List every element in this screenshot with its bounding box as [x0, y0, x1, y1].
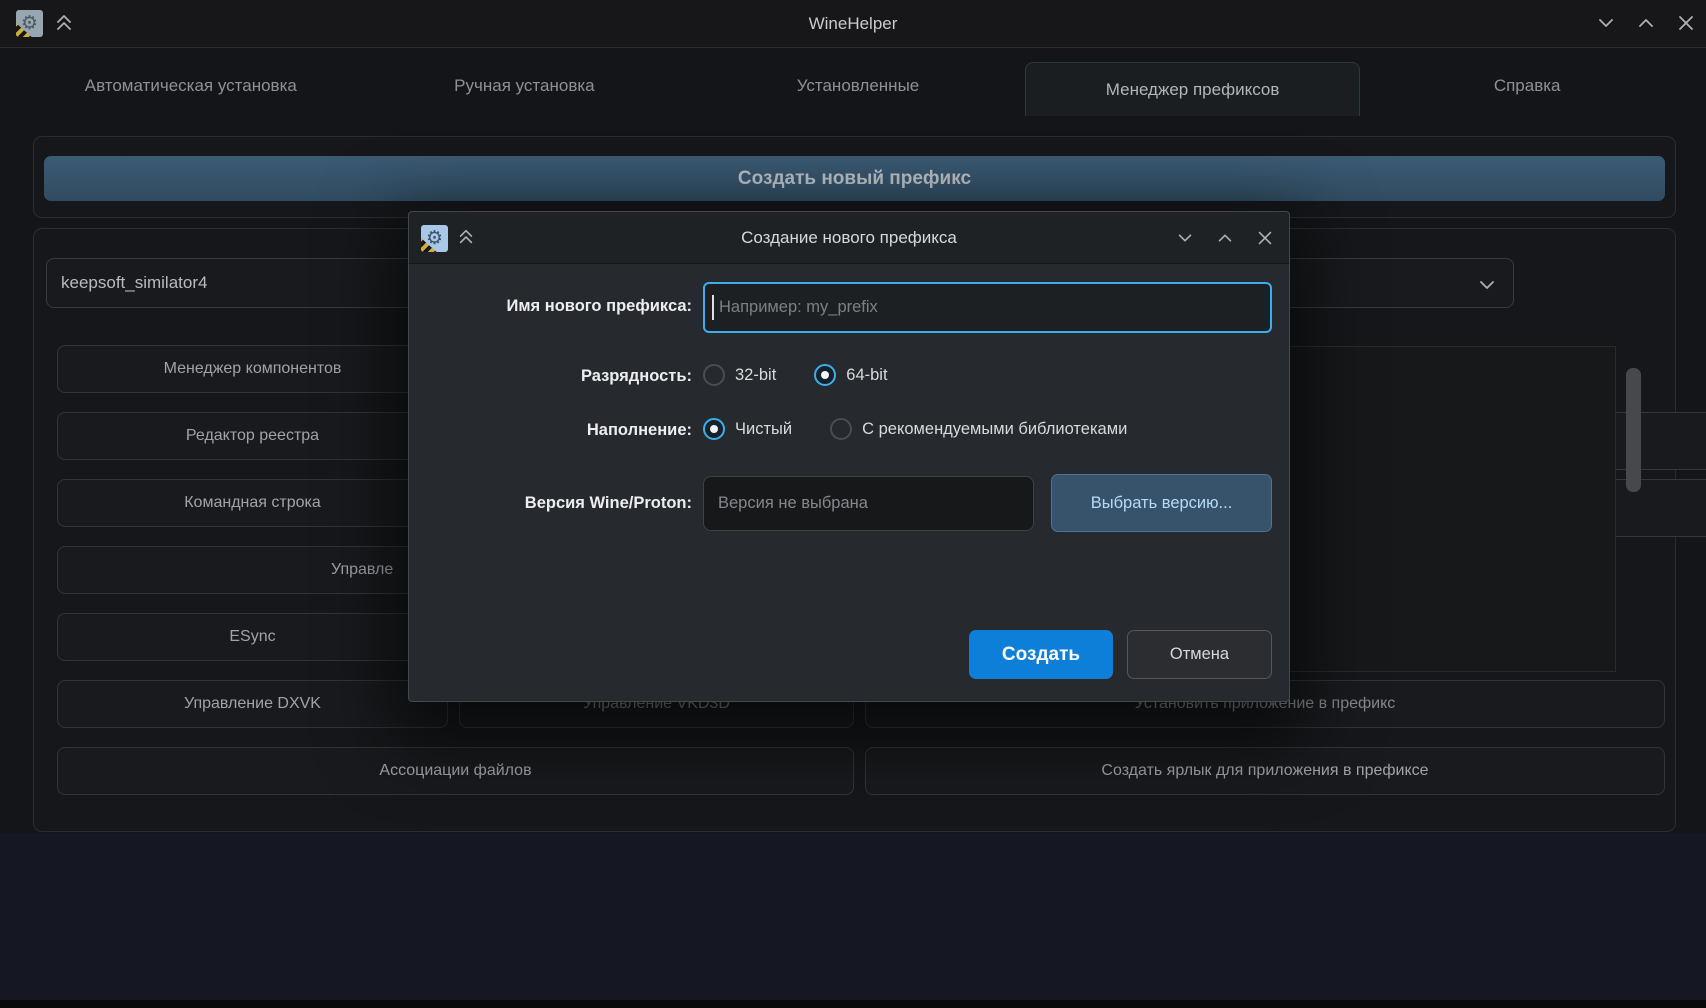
create-prefix-dialog: Создание нового префикса ⚙ Имя нового пр… — [408, 211, 1290, 702]
rollup-icon[interactable] — [54, 12, 74, 39]
command-line-button[interactable]: Командная строка — [57, 479, 448, 527]
dialog-app-icon: ⚙ — [421, 225, 448, 252]
prefix-name-field-wrap — [703, 282, 1272, 333]
prefix-combo-value: keepsoft_similator4 — [61, 273, 207, 293]
file-associations-button[interactable]: Ассоциации файлов — [57, 747, 854, 795]
app-icon: ⚙ — [16, 10, 43, 37]
tab-installed[interactable]: Установленные — [691, 62, 1025, 110]
create-shortcut-button[interactable]: Создать ярлык для приложения в префиксе — [865, 747, 1665, 795]
create-new-prefix-button[interactable]: Создать новый префикс — [44, 156, 1665, 201]
dxvk-manage-button[interactable]: Управление DXVK — [57, 680, 448, 728]
maximize-button[interactable] — [1635, 12, 1657, 39]
dialog-title-bar[interactable]: Создание нового префикса ⚙ — [409, 212, 1289, 264]
chevron-down-icon — [1477, 275, 1497, 300]
tab-auto-install[interactable]: Автоматическая установка — [24, 62, 358, 110]
radio-32bit-label[interactable]: 32-bit — [735, 366, 776, 385]
text-caret — [712, 295, 714, 320]
bottom-empty-area — [0, 833, 1706, 1008]
fill-label: Наполнение: — [429, 421, 692, 440]
radio-recommended-label[interactable]: С рекомендуемыми библиотеками — [862, 420, 1127, 439]
delete-prefix-button[interactable] — [1606, 479, 1706, 537]
radio-clean-label[interactable]: Чистый — [735, 420, 792, 439]
components-manager-button[interactable]: Менеджер компонентов — [57, 345, 448, 393]
prefix-name-input[interactable] — [703, 282, 1272, 333]
dialog-close-button[interactable] — [1255, 228, 1275, 253]
dialog-rollup-icon[interactable] — [457, 227, 475, 252]
radio-recommended-icon[interactable] — [830, 418, 852, 440]
esync-button[interactable]: ESync — [57, 613, 448, 661]
dialog-minimize-button[interactable] — [1175, 228, 1195, 253]
arch-radio-row: 32-bit 64-bit — [703, 364, 888, 386]
radio-64bit-icon[interactable] — [814, 364, 836, 386]
choose-version-button[interactable]: Выбрать версию... — [1051, 474, 1272, 532]
close-button[interactable] — [1675, 12, 1697, 39]
radio-64bit-label[interactable]: 64-bit — [846, 366, 887, 385]
window-title: WineHelper — [0, 0, 1706, 48]
radio-32bit-icon[interactable] — [703, 364, 725, 386]
radio-clean-icon[interactable] — [703, 418, 725, 440]
winehelper-window: WineHelper ⚙ Автоматическая установка Ру… — [0, 0, 1706, 1008]
arch-label: Разрядность: — [429, 367, 692, 386]
title-bar[interactable]: WineHelper ⚙ — [0, 0, 1706, 48]
tab-manual-install[interactable]: Ручная установка — [358, 62, 692, 110]
fill-radio-row: Чистый С рекомендуемыми библиотеками — [703, 418, 1127, 440]
tab-prefix-manager[interactable]: Менеджер префиксов — [1025, 62, 1361, 116]
registry-editor-button[interactable]: Редактор реестра — [57, 412, 448, 460]
wine-version-input[interactable] — [703, 476, 1034, 531]
dialog-create-button[interactable]: Создать — [969, 630, 1113, 679]
minimize-button[interactable] — [1595, 12, 1617, 39]
prefix-name-label: Имя нового префикса: — [429, 297, 692, 316]
bottom-edge — [0, 1000, 1706, 1008]
wine-version-label: Версия Wine/Proton: — [429, 494, 692, 513]
dialog-cancel-button[interactable]: Отмена — [1127, 630, 1272, 679]
scrollbar-thumb[interactable] — [1626, 368, 1641, 492]
tab-bar: Автоматическая установка Ручная установк… — [24, 62, 1694, 116]
dialog-title: Создание нового префикса — [409, 212, 1289, 264]
dialog-maximize-button[interactable] — [1215, 228, 1235, 253]
tab-help[interactable]: Справка — [1360, 62, 1694, 110]
